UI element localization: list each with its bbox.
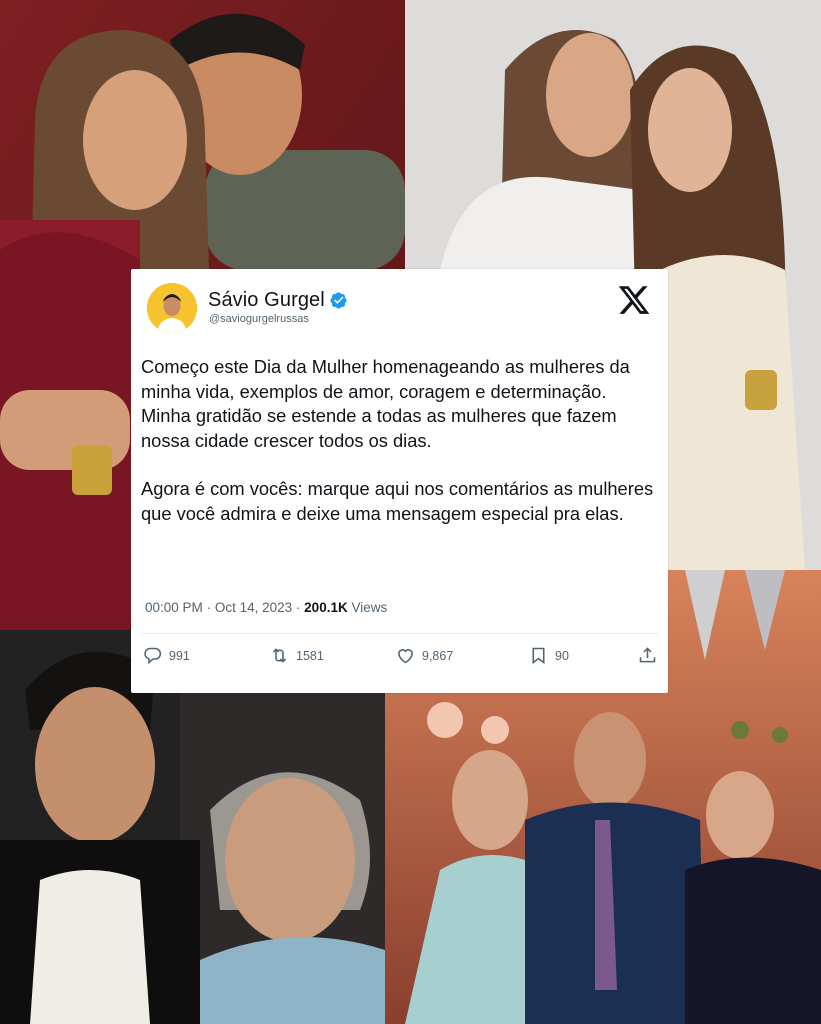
reply-count: 991 xyxy=(169,648,190,663)
tweet-time[interactable]: 00:00 PM xyxy=(145,600,203,615)
verified-badge-icon xyxy=(330,292,347,309)
bookmark-count: 90 xyxy=(555,648,569,663)
divider xyxy=(141,633,658,634)
heart-icon xyxy=(398,649,413,664)
tweet-date[interactable]: Oct 14, 2023 xyxy=(215,600,292,615)
bookmark-icon xyxy=(532,647,545,665)
like-count: 9,867 xyxy=(422,648,454,663)
user-handle[interactable]: @saviogurgelrussas xyxy=(209,313,309,325)
tweet-metadata: 00:00 PM · Oct 14, 2023 · 200.1K Views xyxy=(145,600,387,615)
retweet-button[interactable]: 1581 xyxy=(269,645,324,666)
tweet-paragraph: Começo este Dia da Mulher homenageando a… xyxy=(141,356,630,451)
tweet-body: Começo este Dia da Mulher homenageando a… xyxy=(141,355,661,526)
tweet-paragraph: Agora é com vocês: marque aqui nos comen… xyxy=(141,478,654,524)
retweet-icon xyxy=(272,648,287,663)
profile-avatar[interactable] xyxy=(147,283,197,333)
bookmark-button[interactable]: 90 xyxy=(528,645,569,666)
views-label: Views xyxy=(351,600,388,615)
like-button[interactable]: 9,867 xyxy=(395,645,453,666)
tweet-card: Sávio Gurgel @saviogurgelrussas Começo e… xyxy=(131,269,668,693)
reply-icon xyxy=(144,647,162,665)
share-button[interactable] xyxy=(637,645,664,666)
views-count: 200.1K xyxy=(304,600,348,615)
display-name[interactable]: Sávio Gurgel xyxy=(208,289,325,312)
retweet-count: 1581 xyxy=(296,648,324,663)
meta-separator: · xyxy=(206,600,212,615)
share-icon xyxy=(639,647,656,663)
meta-separator: · xyxy=(295,600,301,615)
tweet-actions: 991 1581 9,867 90 xyxy=(131,645,668,671)
x-logo-icon xyxy=(618,286,650,314)
reply-button[interactable]: 991 xyxy=(142,645,190,666)
